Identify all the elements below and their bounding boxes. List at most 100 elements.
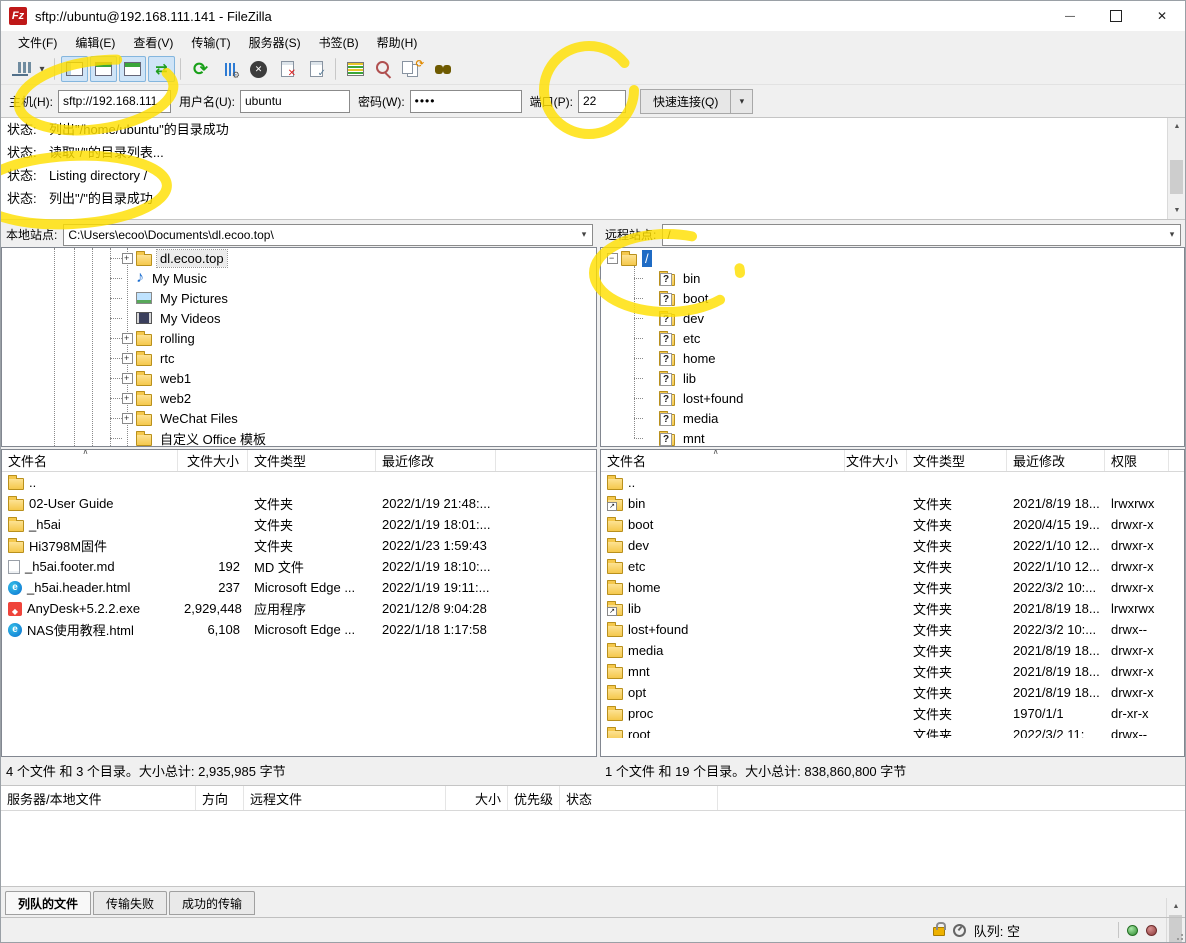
local-tree-item[interactable]: dl.ecoo.top: [2, 248, 596, 268]
toggle-local-tree-button[interactable]: [90, 56, 117, 82]
remote-tree-item[interactable]: /: [601, 248, 1184, 268]
scroll-up-icon[interactable]: ▲: [1168, 118, 1186, 135]
find-files-button[interactable]: [371, 56, 398, 82]
menu-item[interactable]: 编辑(E): [66, 32, 124, 53]
file-row[interactable]: etc 文件夹 2022/1/10 12... drwxr-x: [601, 556, 1166, 577]
site-manager-button[interactable]: [6, 56, 33, 82]
local-tree-item[interactable]: My Music: [2, 268, 596, 288]
remote-path-combobox[interactable]: / ▾: [662, 224, 1181, 246]
port-input[interactable]: [578, 90, 626, 113]
password-input[interactable]: [410, 90, 522, 113]
file-row[interactable]: media 文件夹 2021/8/19 18... drwxr-x: [601, 640, 1166, 661]
toolbar-separator[interactable]: [54, 58, 56, 80]
expander-plus-icon[interactable]: [122, 413, 133, 424]
disconnect-button[interactable]: [274, 56, 301, 82]
file-row[interactable]: 02-User Guide 文件夹 2022/1/19 21:48:...: [2, 493, 596, 514]
search-binoculars-button[interactable]: [429, 56, 456, 82]
file-row[interactable]: NAS使用教程.html 6,108 Microsoft Edge ... 20…: [2, 619, 596, 640]
queue-column-header[interactable]: 方向: [196, 786, 244, 810]
chevron-down-icon[interactable]: ▾: [576, 229, 592, 240]
column-header[interactable]: ∧ 文件名: [2, 450, 178, 471]
username-input[interactable]: [240, 90, 350, 113]
menu-item[interactable]: 查看(V): [124, 32, 182, 53]
resize-grip[interactable]: [1173, 930, 1183, 940]
queue-column-header[interactable]: 优先级: [508, 786, 560, 810]
remote-tree-item[interactable]: mnt: [601, 428, 1184, 447]
site-manager-dropdown-button[interactable]: [35, 56, 49, 82]
expander-plus-icon[interactable]: [122, 253, 133, 264]
column-header[interactable]: ∧ 文件类型: [907, 450, 1007, 471]
file-row[interactable]: _h5ai 文件夹 2022/1/19 18:01:...: [2, 514, 596, 535]
cancel-button[interactable]: [245, 56, 272, 82]
host-input[interactable]: [58, 90, 171, 113]
file-row[interactable]: ..: [601, 472, 1166, 493]
local-tree-item[interactable]: My Videos: [2, 308, 596, 328]
local-path-combobox[interactable]: C:\Users\ecoo\Documents\dl.ecoo.top\ ▾: [63, 224, 593, 246]
file-row[interactable]: bin 文件夹 2021/8/19 18... lrwxrwx: [601, 493, 1166, 514]
queue-column-header[interactable]: 大小: [446, 786, 508, 810]
toolbar-separator[interactable]: [180, 58, 182, 80]
remote-tree-item[interactable]: lost+found: [601, 388, 1184, 408]
menu-item[interactable]: 传输(T): [182, 32, 239, 53]
toggle-transfer-queue-button[interactable]: [148, 56, 175, 82]
queue-tab[interactable]: 成功的传输: [169, 891, 255, 915]
file-row[interactable]: lib 文件夹 2021/8/19 18... lrwxrwx: [601, 598, 1166, 619]
synchronized-browsing-button[interactable]: [400, 56, 427, 82]
log-scrollbar[interactable]: ▲ ▼: [1167, 118, 1185, 219]
quickconnect-button[interactable]: 快速连接(Q): [640, 89, 731, 114]
minimize-button[interactable]: [1047, 1, 1093, 31]
remote-tree-item[interactable]: bin: [601, 268, 1184, 288]
toggle-message-log-button[interactable]: [61, 56, 88, 82]
local-tree-item[interactable]: web1: [2, 368, 596, 388]
queue-column-header[interactable]: 服务器/本地文件: [1, 786, 196, 810]
expander-plus-icon[interactable]: [122, 353, 133, 364]
file-row[interactable]: opt 文件夹 2021/8/19 18... drwxr-x: [601, 682, 1166, 703]
directory-comparison-button[interactable]: [342, 56, 369, 82]
queue-tab[interactable]: 传输失败: [93, 891, 167, 915]
file-row[interactable]: AnyDesk+5.2.2.exe 2,929,448 应用程序 2021/12…: [2, 598, 596, 619]
maximize-button[interactable]: [1093, 1, 1139, 31]
expander-minus-icon[interactable]: [607, 253, 618, 264]
menu-item[interactable]: 文件(F): [9, 32, 66, 53]
column-header[interactable]: ∧ 文件大小: [178, 450, 248, 471]
queue-tab[interactable]: 列队的文件: [5, 891, 91, 915]
column-header[interactable]: ∧ 最近修改: [376, 450, 496, 471]
scrollbar-thumb[interactable]: [1170, 160, 1183, 194]
chevron-down-icon[interactable]: ▾: [1164, 229, 1180, 240]
expander-plus-icon[interactable]: [122, 333, 133, 344]
file-row[interactable]: _h5ai.header.html 237 Microsoft Edge ...…: [2, 577, 596, 598]
file-row[interactable]: dev 文件夹 2022/1/10 12... drwxr-x: [601, 535, 1166, 556]
expander-plus-icon[interactable]: [122, 373, 133, 384]
remote-tree-item[interactable]: home: [601, 348, 1184, 368]
local-tree-item[interactable]: rtc: [2, 348, 596, 368]
file-row[interactable]: mnt 文件夹 2021/8/19 18... drwxr-x: [601, 661, 1166, 682]
file-row[interactable]: Hi3798M固件 文件夹 2022/1/23 1:59:43: [2, 535, 596, 556]
column-header[interactable]: ∧ 文件名: [601, 450, 845, 471]
remote-tree-item[interactable]: lib: [601, 368, 1184, 388]
column-header[interactable]: ∧ 文件类型: [248, 450, 376, 471]
file-row[interactable]: lost+found 文件夹 2022/3/2 10:... drwx--: [601, 619, 1166, 640]
refresh-button[interactable]: [187, 56, 214, 82]
close-button[interactable]: [1139, 1, 1185, 31]
file-row[interactable]: root 文件夹 2022/3/2 11: drwx--: [601, 724, 1166, 738]
local-tree-item[interactable]: rolling: [2, 328, 596, 348]
menu-item[interactable]: 书签(B): [310, 32, 368, 53]
quickconnect-dropdown[interactable]: ▾: [731, 89, 753, 114]
filter-settings-button[interactable]: [216, 56, 243, 82]
local-tree-item[interactable]: My Pictures: [2, 288, 596, 308]
expander-plus-icon[interactable]: [122, 393, 133, 404]
remote-tree-item[interactable]: media: [601, 408, 1184, 428]
remote-tree-item[interactable]: boot: [601, 288, 1184, 308]
local-tree-item[interactable]: web2: [2, 388, 596, 408]
scroll-down-icon[interactable]: ▼: [1168, 202, 1186, 219]
toolbar-separator[interactable]: [335, 58, 337, 80]
file-row[interactable]: proc 文件夹 1970/1/1 dr-xr-x: [601, 703, 1166, 724]
file-row[interactable]: boot 文件夹 2020/4/15 19... drwxr-x: [601, 514, 1166, 535]
menu-item[interactable]: 服务器(S): [240, 32, 310, 53]
speed-limit-gauge-icon[interactable]: [953, 924, 966, 937]
reconnect-button[interactable]: [303, 56, 330, 82]
column-header[interactable]: ∧ 最近修改: [1007, 450, 1105, 471]
file-row[interactable]: home 文件夹 2022/3/2 10:... drwxr-x: [601, 577, 1166, 598]
toggle-remote-tree-button[interactable]: [119, 56, 146, 82]
file-row[interactable]: _h5ai.footer.md 192 MD 文件 2022/1/19 18:1…: [2, 556, 596, 577]
